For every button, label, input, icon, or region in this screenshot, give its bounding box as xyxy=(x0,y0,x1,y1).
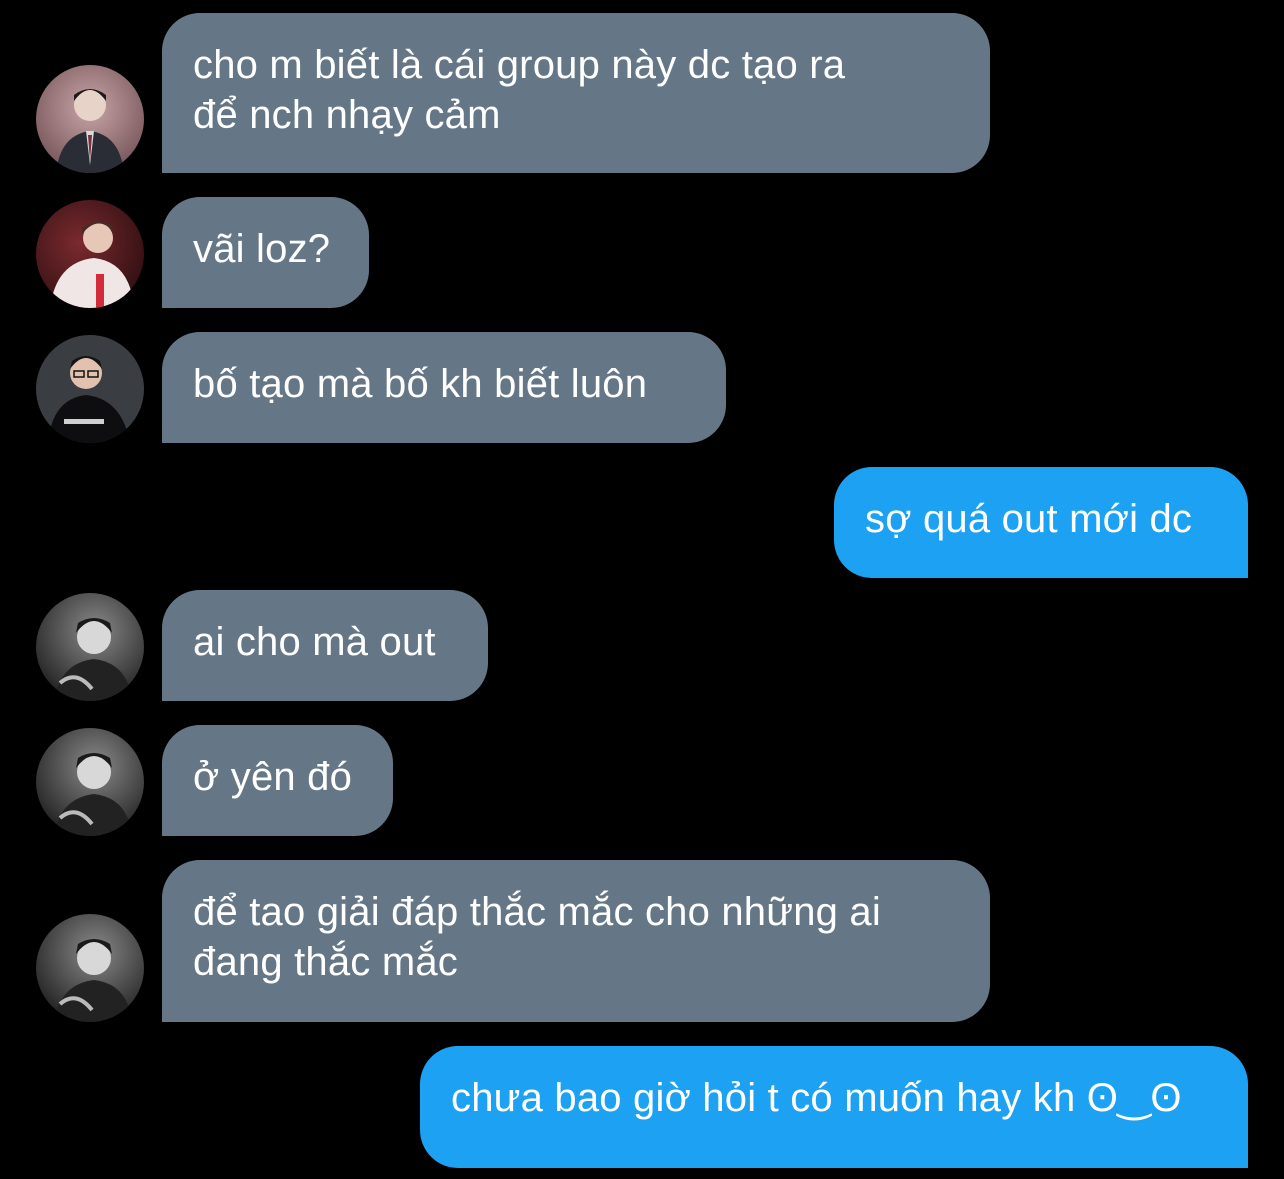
user-avatar-icon xyxy=(36,335,144,443)
sender-avatar-2[interactable] xyxy=(36,200,144,308)
message-bubble-incoming[interactable]: ở yên đó xyxy=(162,725,393,836)
user-avatar-icon xyxy=(36,200,144,308)
user-avatar-icon xyxy=(36,914,144,1022)
user-avatar-icon xyxy=(36,593,144,701)
sender-avatar-6[interactable] xyxy=(36,914,144,1022)
sender-avatar-4[interactable] xyxy=(36,593,144,701)
message-bubble-incoming[interactable]: để tao giải đáp thắc mắc cho những ai đa… xyxy=(162,860,990,1022)
sender-avatar-3[interactable] xyxy=(36,335,144,443)
message-bubble-incoming[interactable]: bố tạo mà bố kh biết luôn xyxy=(162,332,726,443)
message-bubble-incoming[interactable]: cho m biết là cái group này dc tạo ra để… xyxy=(162,13,990,173)
message-bubble-outgoing[interactable]: chưa bao giờ hỏi t có muốn hay kh ʘ‿ʘ xyxy=(420,1046,1248,1168)
message-bubble-incoming[interactable]: vãi loz? xyxy=(162,197,369,308)
user-avatar-icon xyxy=(36,65,144,173)
sender-avatar-1[interactable] xyxy=(36,65,144,173)
sender-avatar-5[interactable] xyxy=(36,728,144,836)
message-bubble-outgoing[interactable]: sợ quá out mới dc xyxy=(834,467,1248,578)
message-bubble-incoming[interactable]: ai cho mà out xyxy=(162,590,488,701)
user-avatar-icon xyxy=(36,728,144,836)
